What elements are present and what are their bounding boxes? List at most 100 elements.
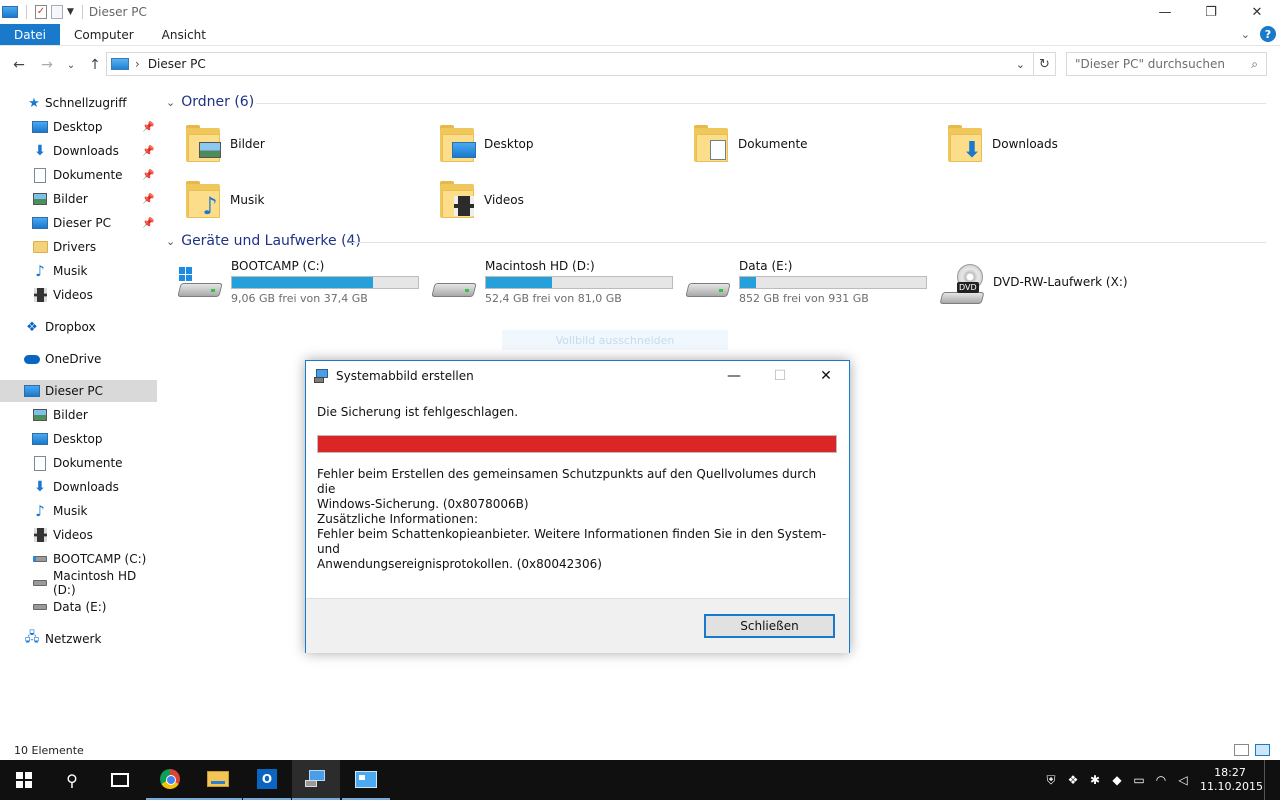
dialog-close-button[interactable]: ✕ [803,361,849,391]
restore-button[interactable]: ❐ [1188,0,1234,24]
sidebar-item-pc-videos[interactable]: Videos [0,524,157,546]
drive-bootcamp[interactable]: BOOTCAMP (C:) 9,06 GB frei von 37,4 GB [177,259,429,311]
desktop-folder-icon [438,124,478,164]
sidebar-item-desktop[interactable]: Desktop 📌 [0,116,157,138]
sidebar-item-drivers[interactable]: Drivers [0,236,157,258]
collapse-chevron-icon[interactable]: ⌄ [166,96,175,109]
taskbar-outlook[interactable]: O [243,760,291,800]
security-shield-icon[interactable]: ⛨ [1040,773,1062,788]
expand-ribbon-chevron-icon[interactable]: ⌄ [1241,28,1250,41]
sidebar-item-pc-bilder[interactable]: Bilder [0,404,157,426]
start-button[interactable] [0,760,48,800]
collapse-chevron-icon[interactable]: ⌄ [166,235,175,248]
customize-dropdown-icon[interactable]: ▼ [67,7,74,17]
sidebar-item-schnellzugriff[interactable]: ★ Schnellzugriff [0,92,157,114]
bluetooth-icon[interactable]: ✱ [1084,773,1106,787]
details-view-icon[interactable] [1234,744,1249,756]
search-button[interactable]: ⚲ [48,760,96,800]
search-icon[interactable]: ⌕ [1251,57,1258,72]
sidebar-item-bilder[interactable]: Bilder 📌 [0,188,157,210]
breadcrumb-chevron-icon[interactable]: › [135,57,140,71]
back-arrow-icon[interactable]: ← [8,57,30,73]
folder-desktop[interactable]: Desktop [438,120,534,168]
cloud-icon [24,351,40,367]
computer-icon[interactable] [2,6,18,18]
task-view-button[interactable] [96,760,144,800]
sidebar-item-macintosh-hd[interactable]: Macintosh HD (D:) [0,569,157,597]
pin-icon[interactable]: 📌 [142,194,154,205]
up-arrow-icon[interactable]: ↑ [84,57,106,73]
taskbar-chrome[interactable] [146,760,194,800]
search-input[interactable]: "Dieser PC" durchsuchen ⌕ [1066,52,1267,76]
close-dialog-button[interactable]: Schließen [704,614,835,638]
sidebar-item-pc-downloads[interactable]: ⬇ Downloads [0,476,157,498]
breadcrumb-dieser-pc[interactable]: Dieser PC [148,57,206,71]
clock[interactable]: 18:27 11.10.2015 [1200,766,1263,794]
properties-checkmark-icon[interactable]: ✓ [35,5,47,19]
sidebar-item-musik[interactable]: ♪ Musik [0,260,157,282]
drive-data[interactable]: Data (E:) 852 GB frei von 931 GB [685,259,937,311]
folder-musik[interactable]: ♪ Musik [184,176,265,224]
dropbox-icon: ❖ [26,319,38,335]
address-bar[interactable]: › Dieser PC ⌄ ↻ [106,52,1056,76]
outlook-icon: O [257,769,277,789]
drive-name: Macintosh HD (D:) [485,259,595,273]
pin-icon[interactable]: 📌 [142,170,154,181]
additional-info: Zusätzliche Informationen: Fehler beim S… [317,512,832,572]
drive-dvd-rw[interactable]: DVD DVD-RW-Laufwerk (X:) [939,262,1141,314]
folder-downloads[interactable]: ⬇ Downloads [946,120,1058,168]
sidebar-item-downloads[interactable]: ⬇ Downloads 📌 [0,140,157,162]
sidebar-item-dokumente[interactable]: Dokumente 📌 [0,164,157,186]
dialog-maximize-button[interactable]: ☐ [757,361,803,391]
close-button[interactable]: ✕ [1234,0,1280,24]
download-arrow-icon: ⬇ [34,479,46,495]
sidebar-item-dieser-pc[interactable]: Dieser PC [0,380,157,402]
pin-icon[interactable]: 📌 [142,122,154,133]
recent-locations-chevron-icon[interactable]: ⌄ [60,60,82,71]
taskbar-control-panel[interactable] [342,760,390,800]
taskbar-file-explorer[interactable] [194,760,242,800]
large-icons-view-icon[interactable] [1255,744,1270,756]
drive-usage-bar [485,276,673,289]
sidebar-item-pc-desktop[interactable]: Desktop [0,428,157,450]
folder-name: Desktop [484,137,534,151]
folders-section-header[interactable]: ⌄ Ordner (6) [166,94,254,110]
taskbar-system-image-backup[interactable] [292,760,340,800]
volume-icon[interactable]: ◁ [1172,773,1194,787]
sidebar-item-videos[interactable]: Videos [0,284,157,306]
new-folder-icon[interactable] [51,5,63,19]
tab-computer[interactable]: Computer [60,24,148,45]
pin-icon[interactable]: 📌 [142,146,154,157]
wifi-icon[interactable]: ◠ [1150,773,1172,787]
minimize-button[interactable]: — [1142,0,1188,24]
show-desktop-button[interactable] [1264,760,1280,800]
folder-bilder[interactable]: Bilder [184,120,265,168]
pin-icon[interactable]: 📌 [142,218,154,229]
tab-ansicht[interactable]: Ansicht [148,24,220,45]
folder-videos[interactable]: Videos [438,176,524,224]
item-count: 10 Elemente [14,743,84,757]
sidebar-item-pc-dokumente[interactable]: Dokumente [0,452,157,474]
refresh-icon[interactable]: ↻ [1033,53,1055,75]
bootcamp-icon[interactable]: ◆ [1106,773,1128,787]
sidebar-item-netzwerk[interactable]: 🖧 Netzwerk [0,628,157,650]
address-dropdown-chevron-icon[interactable]: ⌄ [1016,58,1025,71]
star-icon: ★ [28,95,40,111]
tab-datei[interactable]: Datei [0,24,61,45]
drives-section-header[interactable]: ⌄ Geräte und Laufwerke (4) [166,233,361,249]
folder-dokumente[interactable]: Dokumente [692,120,808,168]
sidebar-item-onedrive[interactable]: OneDrive [0,348,157,370]
dropbox-icon[interactable]: ❖ [1062,773,1084,787]
document-icon [32,455,48,471]
help-button[interactable]: ? [1260,26,1276,42]
sidebar-item-pc-musik[interactable]: ♪ Musik [0,500,157,522]
sidebar-item-label: Downloads [53,480,119,494]
sidebar-item-dropbox[interactable]: ❖ Dropbox [0,316,157,338]
drive-macintosh-hd[interactable]: Macintosh HD (D:) 52,4 GB frei von 81,0 … [431,259,683,311]
forward-arrow-icon[interactable]: → [36,57,58,73]
sidebar-item-dieser-pc-pinned[interactable]: Dieser PC 📌 [0,212,157,234]
action-center-icon[interactable]: ▭ [1128,773,1150,787]
sidebar-item-data[interactable]: Data (E:) [0,596,157,618]
sidebar-item-bootcamp[interactable]: BOOTCAMP (C:) [0,548,157,570]
dialog-minimize-button[interactable]: — [711,361,757,391]
